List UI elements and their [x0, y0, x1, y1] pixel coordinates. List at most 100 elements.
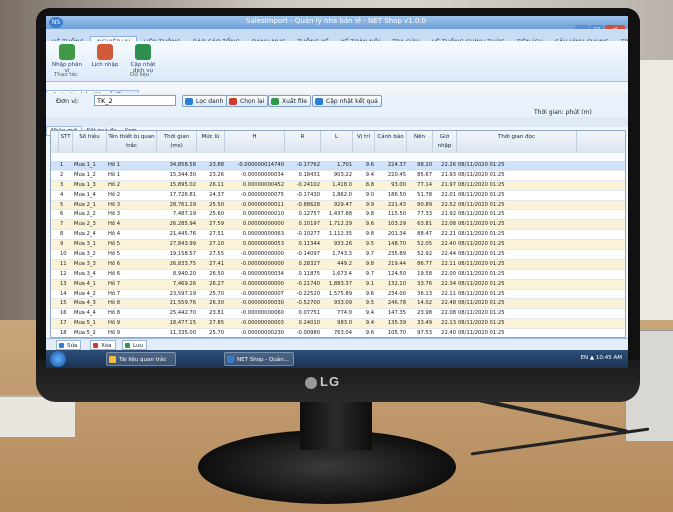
column-header[interactable]: Thời gian đọc [457, 131, 577, 153]
table-row[interactable]: 12 Mưa 3_4 Hồ 6 8,940.20 26.50 -0.00000000034… [51, 269, 625, 280]
table-cell: 08/11/2020 01:25 [458, 231, 505, 238]
table-cell: Mưa 1_4 [74, 191, 96, 198]
table-cell: 9.5 [365, 241, 374, 248]
table-cell: -0.88628 [296, 201, 320, 208]
table-cell: 1,112.35 [328, 231, 352, 238]
table-cell: 21,559.76 [169, 300, 196, 307]
table-cell: -0.00000000060 [240, 310, 284, 317]
table-cell: -0.00000000230 [240, 330, 284, 337]
column-header[interactable]: Vị trí [353, 131, 375, 153]
table-cell: 17,726.81 [169, 191, 196, 198]
table-row[interactable]: 5 Mưa 2_1 Hồ 3 28,761.29 25.50 -0.00000000011… [51, 200, 625, 211]
table-cell: 36.13 [417, 290, 432, 297]
table-cell: 9 [60, 241, 64, 248]
import-icon [59, 44, 75, 60]
table-cell: 08/11/2020 01:25 [458, 201, 505, 208]
table-cell: 22.48 [441, 300, 456, 307]
table-row[interactable]: 2 Mưa 1_2 Hồ 1 15,344.30 23.26 -0.00000000034… [51, 170, 625, 181]
column-header[interactable]: Tên thiết bị quan trắc [107, 131, 157, 153]
column-header[interactable]: Mức lũ [197, 131, 225, 153]
start-button[interactable] [50, 351, 66, 367]
table-cell [51, 220, 59, 229]
table-row[interactable]: 4 Mưa 1_4 Hồ 2 17,726.81 24.37 -0.00000000075… [51, 190, 625, 201]
table-cell: 1,862.0 [332, 191, 352, 198]
column-header[interactable] [51, 131, 59, 153]
table-row[interactable]: 9 Mưa 3_1 Hồ 5 27,843.99 27.10 0.00000000053 0… [51, 240, 625, 251]
edit-button[interactable]: Sửa [56, 340, 82, 350]
table-row[interactable]: 6 Mưa 2_2 Hồ 3 7,487.19 25.60 0.00000000010 0.… [51, 210, 625, 221]
table-cell [51, 210, 59, 219]
table-row[interactable]: 15 Mưa 4_3 Hồ 8 21,559.76 26.30 -0.0000000003… [51, 299, 625, 310]
table-cell: 85.67 [417, 171, 432, 178]
toolbar: Đơn vị: TK_2 Lọc danh Chọn lại Xuất file… [46, 93, 628, 117]
table-cell: 22.40 [441, 241, 456, 248]
ribbon-group-label: Thao tác [54, 72, 78, 78]
table-row[interactable]: 11 Mưa 3_3 Hồ 6 26,833.75 27.41 -0.0000000000… [51, 259, 625, 270]
column-header[interactable]: R [285, 131, 321, 153]
table-cell: 33.49 [417, 320, 432, 327]
unit-input[interactable]: TK_2 [94, 95, 176, 106]
filter-button[interactable]: Lọc danh [182, 95, 228, 107]
taskbar-item[interactable]: Tài liệu quan trắc [106, 352, 176, 366]
delete-button[interactable]: Xóa [90, 340, 116, 350]
table-row[interactable]: 8 Mưa 2_4 Hồ 4 21,445.76 27.51 0.00000000063 -… [51, 230, 625, 241]
table-cell: -0.00000000011 [240, 201, 284, 208]
column-header[interactable]: H [225, 131, 285, 153]
table-cell: 08/11/2020 01:25 [458, 251, 505, 258]
table-cell: 5 [60, 201, 64, 208]
table-cell: 1,701 [337, 162, 352, 168]
column-header[interactable]: STT [59, 131, 73, 153]
column-header[interactable]: Giờ nhập [433, 131, 457, 153]
table-row[interactable]: 10 Mưa 3_2 Hồ 5 19,158.57 27.55 -0.0000000000… [51, 250, 625, 260]
window-title: SalesImport - Quản lý nhà bán lẻ - NET S… [246, 17, 427, 25]
reset-button[interactable]: Chọn lại [226, 95, 269, 107]
table-row[interactable]: 1 Mưa 1_1 Hồ 1 34,858.58 23.88 -0.00000001474… [51, 161, 625, 171]
column-header[interactable]: Cảnh báo [375, 131, 407, 153]
table-cell: 234.00 [387, 290, 406, 297]
table-cell: 18 [60, 330, 67, 337]
table-cell: 27.85 [209, 320, 224, 327]
table-cell: 8 [60, 231, 64, 238]
table-row[interactable]: 14 Mưa 4_2 Hồ 7 23,597.19 25.70 -0.0000000000… [51, 289, 625, 300]
column-header[interactable]: Số hiệu [73, 131, 107, 153]
column-header[interactable]: Thời gian (ms) [157, 131, 197, 153]
column-header[interactable]: Nền [407, 131, 433, 153]
ribbon-item-lich-nhap[interactable]: Lịch nhập [88, 44, 122, 68]
table-row[interactable]: 13 Mưa 4_1 Hồ 7 7,469.26 26.27 -0.00000000000… [51, 279, 625, 290]
export-button[interactable]: Xuất file [268, 95, 311, 107]
table-row[interactable]: 3 Mưa 1_3 Hồ 2 15,895.02 26.11 0.00000000452 -… [51, 180, 625, 191]
taskbar-item[interactable]: NET Shop - Quản... [224, 352, 294, 366]
ribbon-item-cap-nhat[interactable]: Cập nhật dịch vụ [126, 44, 160, 74]
table-row[interactable]: 18 Mưa 5_2 Hồ 9 11,335.00 25.70 -0.0000000023… [51, 329, 625, 337]
save-button[interactable]: Lưu [122, 340, 148, 350]
table-cell: 14.02 [417, 300, 432, 307]
table-row[interactable]: 16 Mưa 4_4 Hồ 8 25,442.70 23.81 -0.0000000006… [51, 309, 625, 320]
table-cell: Mưa 4_3 [74, 300, 96, 307]
update-icon [135, 44, 151, 60]
table-cell: 08/11/2020 01:25 [458, 191, 505, 198]
table-cell: 97.53 [417, 330, 432, 337]
table-cell: 9.1 [365, 280, 374, 287]
table-cell: 246.78 [387, 300, 406, 307]
table-cell [51, 181, 59, 190]
app-orb-button[interactable]: NS [49, 17, 63, 28]
table-cell: -0.21740 [296, 280, 320, 287]
lg-circle-icon [305, 376, 317, 389]
table-cell: 9.8 [365, 260, 374, 267]
table-cell: 8,940.20 [172, 270, 196, 277]
column-header[interactable]: L [321, 131, 353, 153]
table-cell: 25,442.70 [169, 310, 196, 317]
table-cell [51, 329, 59, 337]
table-cell: Hồ 6 [108, 260, 121, 267]
table-cell: 08/11/2020 01:25 [458, 330, 505, 337]
table-cell: 98.20 [417, 162, 432, 168]
panel-tabs: Quản lý nhập liệuTrang [46, 82, 628, 101]
ribbon-item-nhap-phan-vi[interactable]: Nhập phân vị [50, 44, 84, 74]
update-result-button[interactable]: Cập nhật kết quả [312, 95, 382, 107]
table-row[interactable]: 17 Mưa 5_1 Hồ 9 18,477.15 27.85 -0.0000000000… [51, 319, 625, 330]
table-cell [51, 171, 59, 180]
table-row[interactable]: 7 Mưa 2_3 Hồ 4 26,285.94 27.59 0.00000000000 0… [51, 220, 625, 231]
table-cell: 929.47 [333, 201, 352, 208]
table-cell: -0.00000000007 [240, 290, 284, 297]
table-cell: -0.24102 [296, 181, 320, 188]
